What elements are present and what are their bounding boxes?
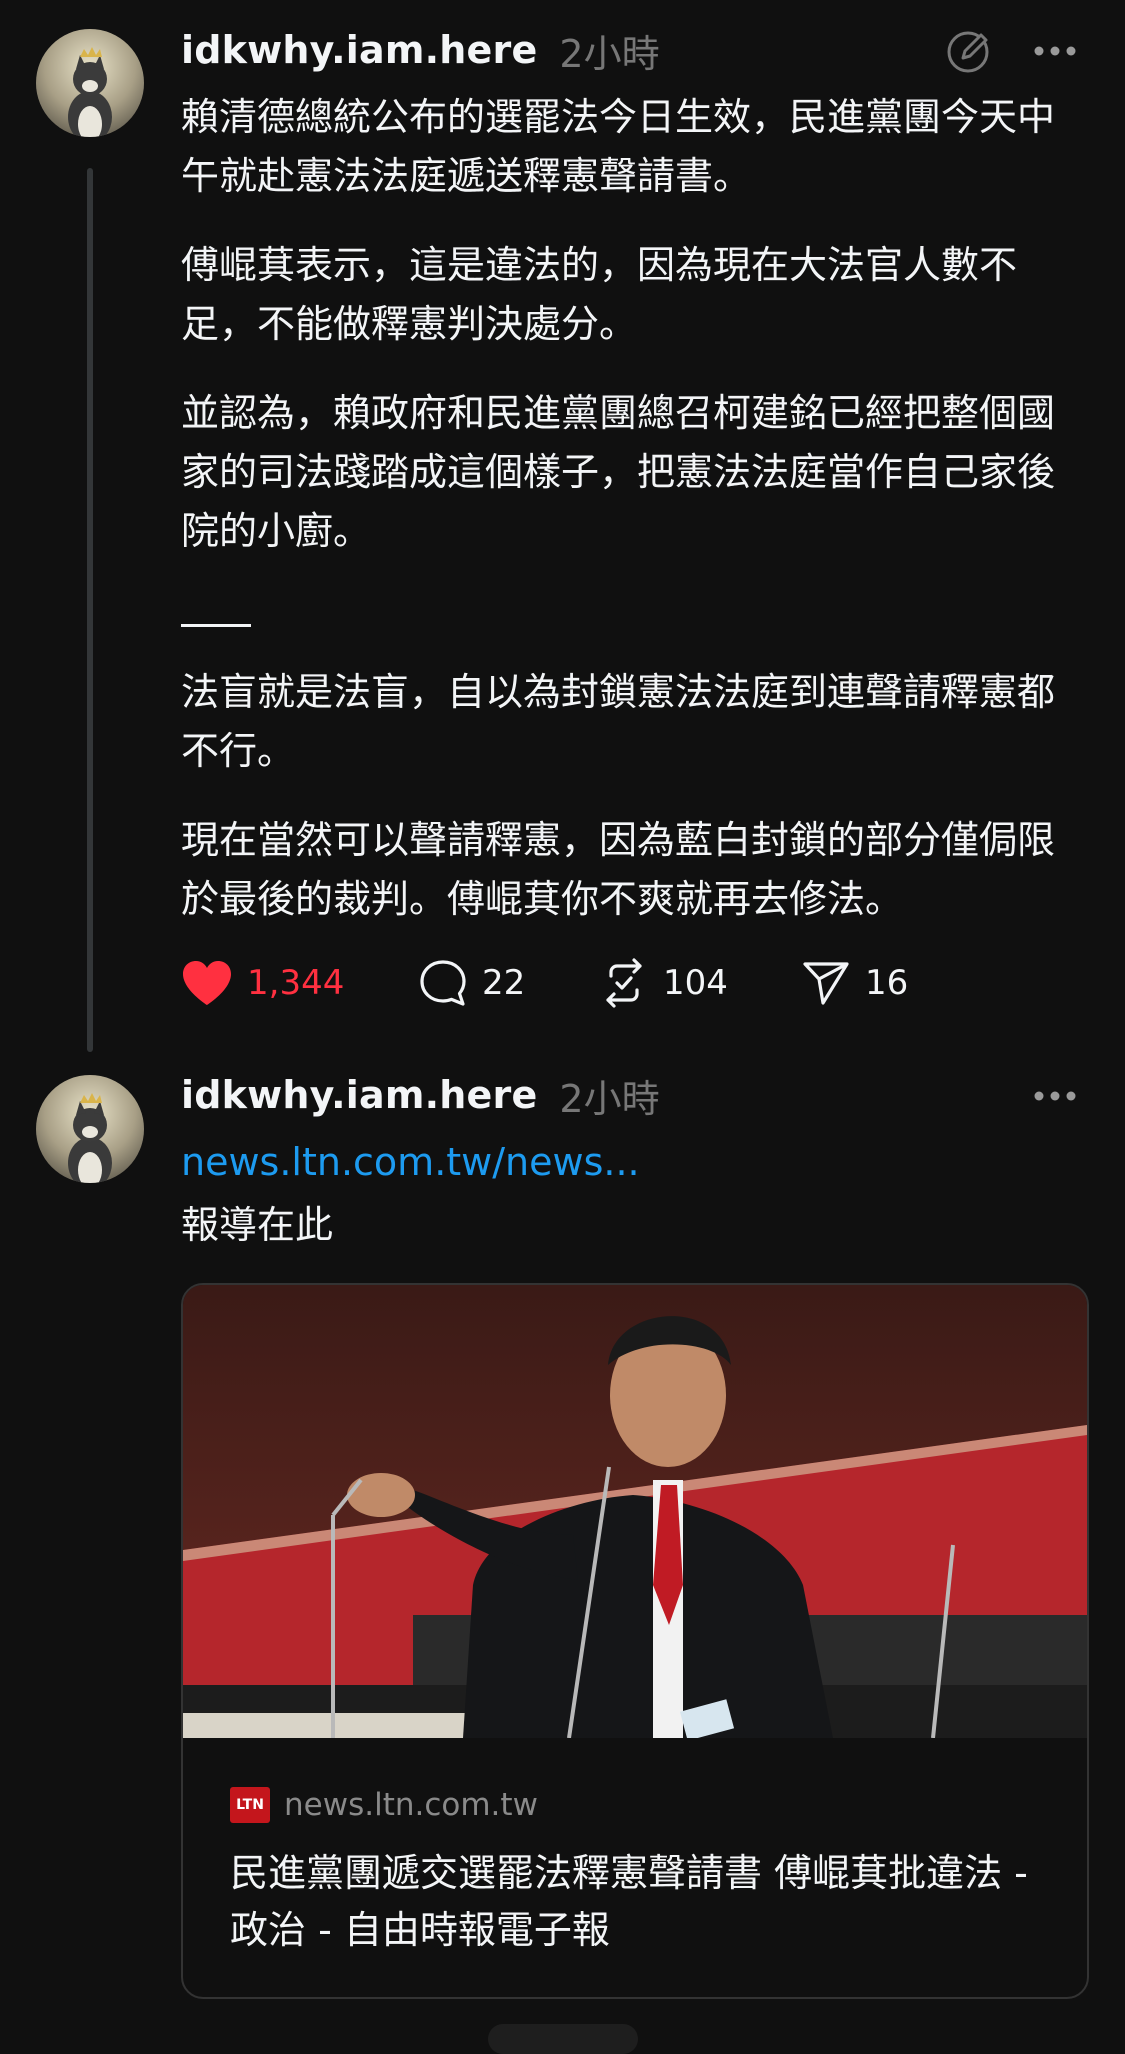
post-actions: 1,344 22 104 16	[181, 948, 908, 1018]
post-paragraph: 傅崐萁表示，這是違法的，因為現在大法官人數不足，不能做釋憲判決處分。	[181, 243, 1018, 346]
repost-count: 104	[663, 963, 728, 1003]
more-options-button[interactable]	[1030, 26, 1080, 76]
post-header: idkwhy.iam.here 2小時	[181, 23, 660, 78]
edit-icon	[947, 31, 989, 73]
post-header: idkwhy.iam.here 2小時	[181, 1068, 660, 1123]
send-icon	[803, 962, 849, 1005]
ltn-logo-icon: LTN	[230, 1787, 270, 1823]
share-count: 16	[865, 963, 909, 1003]
like-button[interactable]: 1,344	[181, 959, 418, 1007]
share-button[interactable]: 16	[801, 958, 908, 1008]
avatar-cat-image	[36, 29, 144, 137]
reply-button[interactable]: 22	[418, 958, 599, 1008]
text-divider	[181, 624, 251, 627]
thread-connector-line	[87, 168, 93, 1052]
timestamp[interactable]: 2小時	[559, 23, 659, 78]
avatar[interactable]	[36, 1075, 144, 1183]
comment-icon	[420, 960, 466, 1006]
username[interactable]: idkwhy.iam.here	[181, 28, 537, 72]
post-paragraph: 並認為，賴政府和民進黨團總召柯建銘已經把整個國家的司法踐踏成這個樣子，把憲法法庭…	[181, 391, 1056, 553]
reply-count: 22	[482, 963, 526, 1003]
repost-button[interactable]: 104	[599, 958, 801, 1008]
avatar-cat-image	[36, 1075, 144, 1183]
more-options-button[interactable]	[1030, 1071, 1080, 1121]
username[interactable]: idkwhy.iam.here	[181, 1073, 537, 1117]
card-source: LTN news.ltn.com.tw	[230, 1787, 538, 1823]
avatar[interactable]	[36, 29, 144, 137]
post-paragraph: 現在當然可以聲請釋憲，因為藍白封鎖的部分僅侷限於最後的裁判。傅崐萁你不爽就再去修…	[181, 818, 1056, 921]
card-domain: news.ltn.com.tw	[284, 1787, 538, 1823]
card-title[interactable]: 民進黨團遞交選罷法釋憲聲請書 傅崐萁批違法 - 政治 - 自由時報電子報	[230, 1845, 1050, 1959]
post-paragraph: 報導在此	[181, 1203, 334, 1247]
edit-button[interactable]	[942, 24, 996, 78]
like-count: 1,344	[247, 963, 345, 1003]
link-preview-card[interactable]: LTN news.ltn.com.tw 民進黨團遞交選罷法釋憲聲請書 傅崐萁批違…	[181, 1283, 1089, 1999]
post-body: news.ltn.com.tw/news... 報導在此	[181, 1133, 1081, 1255]
heart-icon	[183, 961, 231, 1005]
more-icon	[1034, 1091, 1076, 1101]
timestamp[interactable]: 2小時	[559, 1068, 659, 1123]
post-paragraph: 賴清德總統公布的選罷法今日生效，民進黨團今天中午就赴憲法法庭遞送釋憲聲請書。	[181, 95, 1056, 198]
article-link[interactable]: news.ltn.com.tw/news...	[181, 1133, 1081, 1192]
scroll-indicator	[488, 2024, 638, 2054]
article-photo	[183, 1285, 1087, 1738]
repost-icon	[606, 958, 642, 1008]
post-body: 賴清德總統公布的選罷法今日生效，民進黨團今天中午就赴憲法法庭遞送釋憲聲請書。 傅…	[181, 88, 1081, 929]
post-paragraph: 法盲就是法盲，自以為封鎖憲法法庭到連聲請釋憲都不行。	[181, 670, 1056, 773]
more-icon	[1034, 46, 1076, 56]
